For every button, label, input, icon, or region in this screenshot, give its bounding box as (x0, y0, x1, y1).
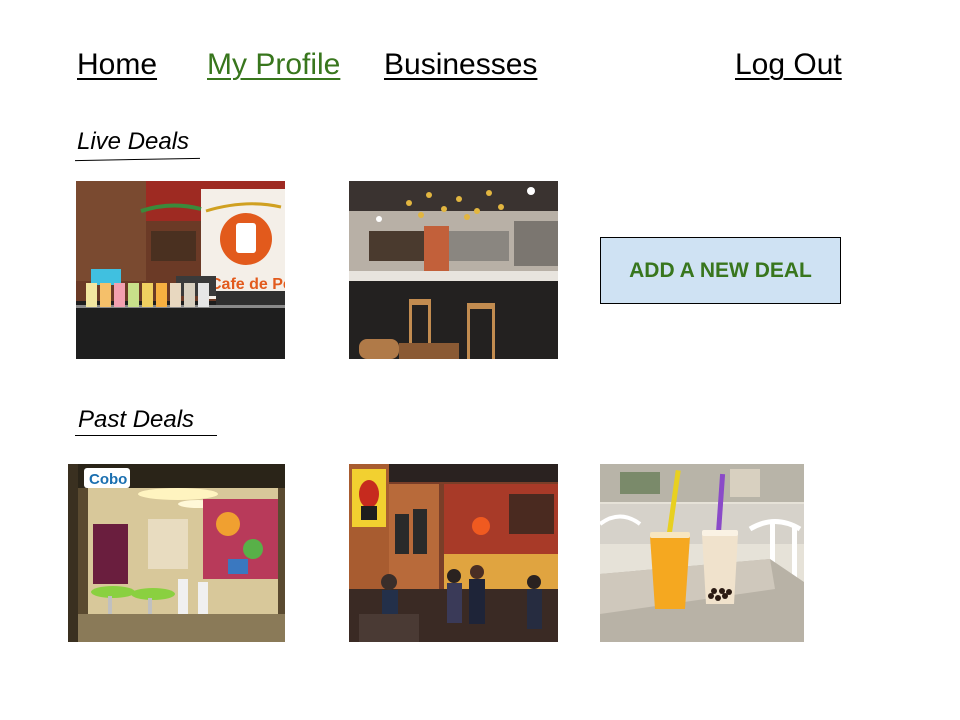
live-deals-underline (75, 157, 200, 162)
coffee-shop-interior-photo (349, 464, 558, 642)
live-deal-photo-cafe-bar[interactable] (349, 181, 558, 359)
past-deal-photo-cobo-store[interactable]: Cobo (68, 464, 285, 642)
live-deals-heading: Live Deals (77, 128, 190, 155)
past-deal-photo-bubble-tea[interactable] (600, 464, 804, 642)
past-deals-heading: Past Deals (78, 406, 195, 433)
cafe-counter-drinks-photo: Cafe de Pe (76, 181, 285, 359)
cafe-bar-interior-photo (349, 181, 558, 359)
nav-businesses-link[interactable]: Businesses (384, 48, 537, 82)
cobo-sign-text: Cobo (89, 471, 127, 488)
cobo-storefront-photo: Cobo (68, 464, 285, 642)
add-new-deal-button[interactable]: ADD A NEW DEAL (600, 237, 841, 304)
past-deal-photo-coffee-shop[interactable] (349, 464, 558, 642)
nav-log-out-link[interactable]: Log Out (735, 48, 842, 82)
live-deal-photo-cafe-counter[interactable]: Cafe de Pe (76, 181, 285, 359)
nav-home-link[interactable]: Home (77, 48, 157, 82)
cafe-sign-text: Cafe de Pe (210, 276, 285, 293)
nav-my-profile-link[interactable]: My Profile (207, 48, 340, 82)
bubble-tea-cups-photo (600, 464, 804, 642)
past-deals-underline (75, 435, 217, 436)
